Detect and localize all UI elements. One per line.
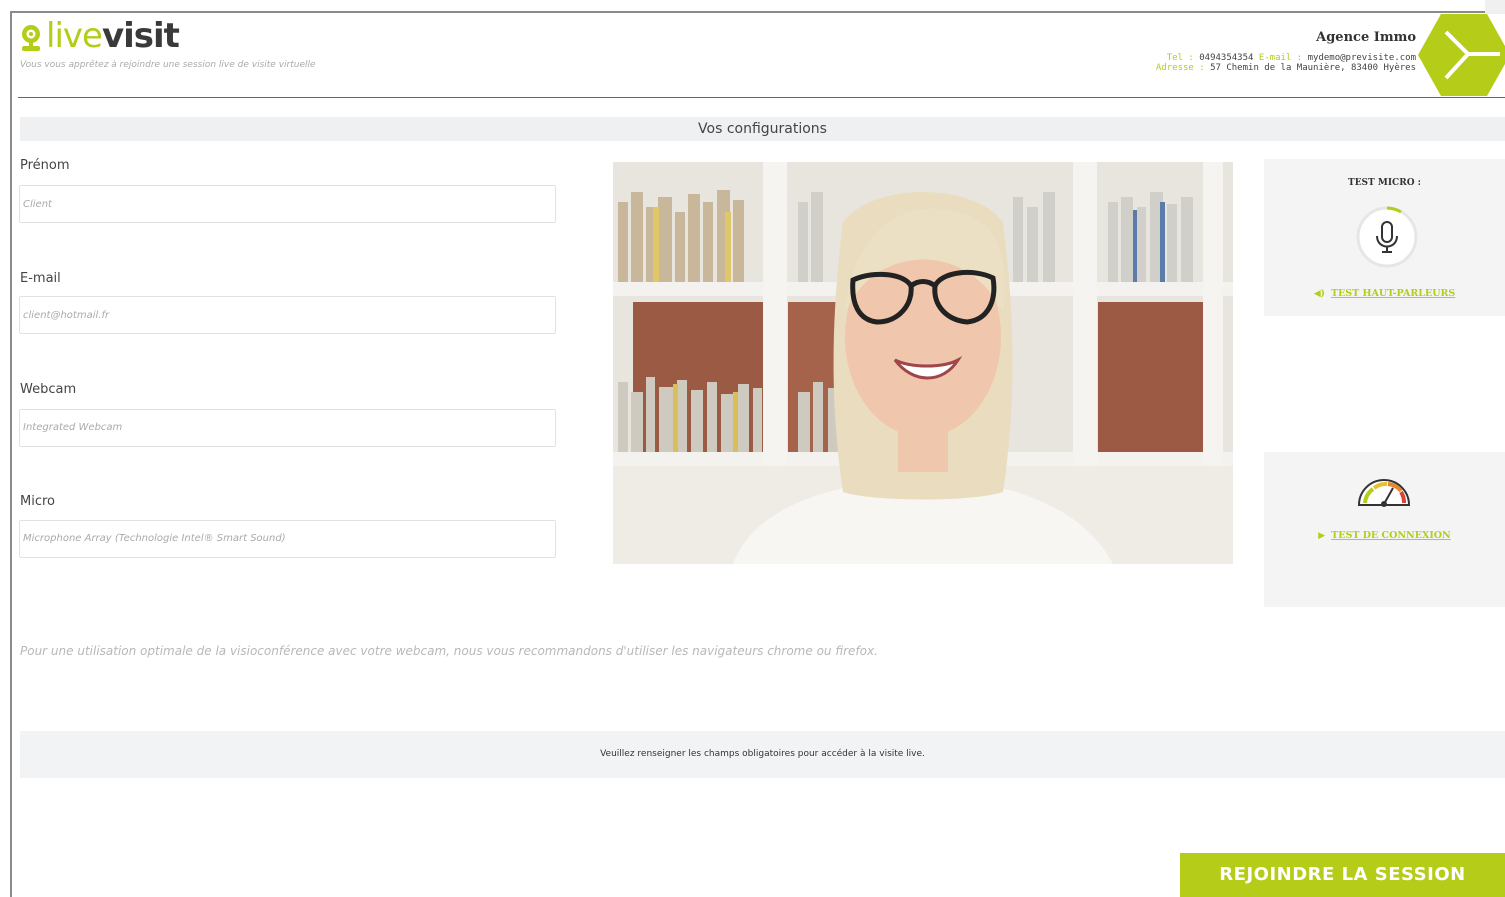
email-label: E-mail : <box>1258 53 1303 63</box>
micro-select[interactable]: Microphone Array (Technologie Intel® Sma… <box>19 520 556 558</box>
scrollbar-corner <box>1485 0 1505 14</box>
test-speakers-link[interactable]: ◀) TEST HAUT-PARLEURS <box>1264 288 1505 299</box>
address-value: 57 Chemin de la Maunière, 83400 Hyères <box>1210 63 1416 73</box>
required-fields-notice: Veuillez renseigner les champs obligatoi… <box>20 731 1505 778</box>
micro-label: Micro <box>20 494 55 509</box>
test-speakers-label: TEST HAUT-PARLEURS <box>1330 288 1456 299</box>
speaker-icon: ◀) <box>1313 289 1325 299</box>
logo-text-visit: visit <box>101 16 180 56</box>
micro-test-panel: TEST MICRO : ◀) TEST HAUT-PARLEURS <box>1264 159 1505 316</box>
speedometer-icon <box>1357 479 1411 507</box>
window-frame-left <box>10 11 12 897</box>
hexagon-logo-icon <box>1418 14 1505 96</box>
window-frame-top <box>10 11 1490 13</box>
microphone-icon[interactable] <box>1356 206 1418 268</box>
join-session-button[interactable]: REJOINDRE LA SESSION <box>1180 853 1505 897</box>
tagline: Vous vous apprêtez à rejoindre une sessi… <box>20 60 316 70</box>
prenom-label: Prénom <box>20 158 70 173</box>
address-label: Adresse : <box>1155 63 1205 73</box>
tel-value: 0494354354 <box>1199 53 1254 63</box>
webcam-preview-image <box>613 162 1233 564</box>
email-input[interactable] <box>19 296 556 334</box>
section-title: Vos configurations <box>20 117 1505 141</box>
browser-recommendation: Pour une utilisation optimale de la visi… <box>20 644 878 658</box>
livevisit-logo: live visit <box>20 16 180 56</box>
test-connection-link[interactable]: ▶ TEST DE CONNEXION <box>1264 530 1505 541</box>
play-icon: ▶ <box>1318 531 1326 541</box>
webcam-select[interactable]: Integrated Webcam <box>19 409 556 447</box>
micro-test-title: TEST MICRO : <box>1348 178 1421 188</box>
agency-address-line: Adresse : 57 Chemin de la Maunière, 8340… <box>1156 63 1416 73</box>
webcam-label: Webcam <box>20 382 77 397</box>
tel-label: Tel : <box>1166 53 1194 63</box>
test-connection-label: TEST DE CONNEXION <box>1331 530 1451 541</box>
agency-name: Agence Immo <box>1316 30 1416 45</box>
logo-text-live: live <box>46 16 103 56</box>
prenom-input[interactable] <box>19 185 556 223</box>
connection-test-panel: ▶ TEST DE CONNEXION <box>1264 452 1505 607</box>
agency-contact-line: Tel : 0494354354 E-mail : mydemo@previsi… <box>1167 53 1416 63</box>
map-pin-icon <box>22 25 40 51</box>
webcam-preview <box>613 162 1233 564</box>
email-label-field: E-mail <box>20 271 61 286</box>
email-value: mydemo@previsite.com <box>1307 53 1416 63</box>
header-divider <box>18 97 1505 98</box>
